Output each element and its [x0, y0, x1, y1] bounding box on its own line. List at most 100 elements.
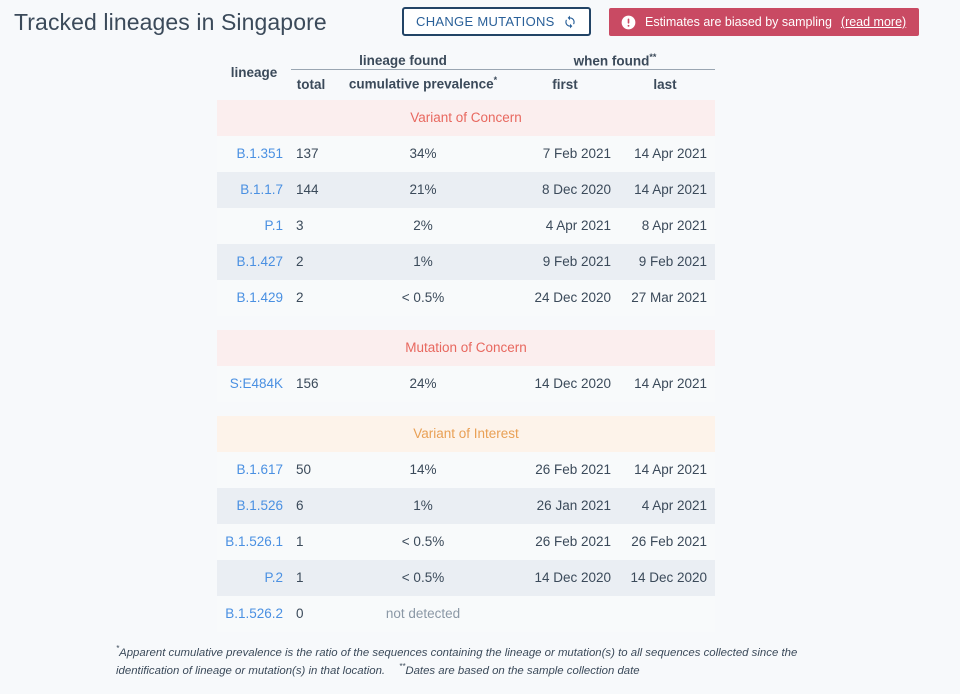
table-row[interactable]: B.1.617 50 14% 26 Feb 2021 14 Apr 2021: [217, 451, 715, 488]
column-header-first: first: [552, 76, 578, 92]
cell-first-found: 14 Dec 2020: [515, 559, 615, 596]
cell-last-found: 14 Apr 2021: [615, 135, 715, 172]
section-title: Variant of Concern: [217, 99, 715, 136]
section-header-row: Variant of Interest: [217, 415, 715, 452]
lineage-link[interactable]: B.1.526.2: [225, 606, 283, 621]
column-header-lineage: lineage: [230, 65, 278, 81]
cell-total: 3: [291, 207, 331, 244]
table-subheader-row: total cumulative prevalence* first last: [217, 70, 715, 100]
lineage-link[interactable]: B.1.351: [236, 146, 283, 161]
cell-cumulative-prevalence: not detected: [331, 595, 515, 632]
cell-lineage[interactable]: B.1.526.2: [217, 595, 291, 632]
cell-lineage[interactable]: B.1.351: [217, 135, 291, 172]
lineage-link[interactable]: B.1.617: [236, 462, 283, 477]
sampling-bias-banner[interactable]: Estimates are biased by sampling (read m…: [609, 8, 920, 36]
section-header-row: Variant of Concern: [217, 99, 715, 136]
cell-lineage[interactable]: B.1.526.1: [217, 523, 291, 560]
cell-last-found: 9 Feb 2021: [615, 243, 715, 280]
section-spacer: [217, 316, 715, 330]
cell-cumulative-prevalence: 24%: [331, 365, 515, 402]
exclamation-circle-icon: [621, 15, 636, 30]
cell-cumulative-prevalence: < 0.5%: [331, 523, 515, 560]
table-row[interactable]: B.1.1.7 144 21% 8 Dec 2020 14 Apr 2021: [217, 171, 715, 208]
lineage-table: lineage lineage found when found** total…: [217, 46, 715, 632]
table-group-header-row: lineage lineage found when found**: [217, 46, 715, 81]
table-row[interactable]: B.1.351 137 34% 7 Feb 2021 14 Apr 2021: [217, 135, 715, 172]
sync-icon: [563, 15, 577, 29]
lineage-link[interactable]: B.1.427: [236, 254, 283, 269]
lineage-table-container: lineage lineage found when found** total…: [217, 46, 715, 632]
cell-total: 1: [291, 523, 331, 560]
column-group-when-found: when found**: [515, 46, 715, 69]
cumulative-prevalence-label: cumulative prevalence: [348, 76, 494, 92]
section-header-row: Mutation of Concern: [217, 329, 715, 366]
column-group-when-found-label: when found: [573, 53, 650, 68]
lineage-link[interactable]: B.1.526: [236, 498, 283, 513]
table-body: Variant of Concern B.1.351 137 34% 7 Feb 202…: [217, 99, 715, 632]
cell-first-found: [515, 595, 615, 632]
column-header-total: total: [296, 76, 326, 92]
column-header-last: last: [653, 76, 677, 92]
cell-lineage[interactable]: B.1.617: [217, 451, 291, 488]
column-header-cumulative-prevalence: cumulative prevalence*: [331, 70, 515, 100]
cell-last-found: 14 Dec 2020: [615, 559, 715, 596]
table-row[interactable]: B.1.526 6 1% 26 Jan 2021 4 Apr 2021: [217, 487, 715, 524]
cell-lineage[interactable]: B.1.429: [217, 279, 291, 316]
table-head: lineage lineage found when found** total…: [217, 46, 715, 100]
change-mutations-button[interactable]: CHANGE MUTATIONS: [402, 7, 591, 36]
table-row[interactable]: P.1 3 2% 4 Apr 2021 8 Apr 2021: [217, 207, 715, 244]
cell-lineage[interactable]: P.1: [217, 207, 291, 244]
lineage-link[interactable]: P.1: [264, 218, 283, 233]
cell-lineage[interactable]: S:E484K: [217, 365, 291, 402]
column-group-lineage-found: lineage found: [359, 53, 447, 68]
cell-last-found: 14 Apr 2021: [615, 171, 715, 208]
cell-last-found: 27 Mar 2021: [615, 279, 715, 316]
cell-last-found: 14 Apr 2021: [615, 451, 715, 488]
banner-text: Estimates are biased by sampling: [645, 15, 832, 29]
lineage-link[interactable]: P.2: [264, 570, 283, 585]
table-row[interactable]: S:E484K 156 24% 14 Dec 2020 14 Apr 2021: [217, 365, 715, 402]
cell-lineage[interactable]: B.1.526: [217, 487, 291, 524]
page-header: Tracked lineages in Singapore CHANGE MUT…: [0, 0, 960, 44]
cell-total: 0: [291, 595, 331, 632]
cell-cumulative-prevalence: 14%: [331, 451, 515, 488]
cell-first-found: 7 Feb 2021: [515, 135, 615, 172]
table-row[interactable]: B.1.427 2 1% 9 Feb 2021 9 Feb 2021: [217, 243, 715, 280]
cell-cumulative-prevalence: 2%: [331, 207, 515, 244]
cell-last-found: 4 Apr 2021: [615, 487, 715, 524]
cell-first-found: 8 Dec 2020: [515, 171, 615, 208]
cell-cumulative-prevalence: 34%: [331, 135, 515, 172]
cell-first-found: 26 Feb 2021: [515, 523, 615, 560]
cell-first-found: 24 Dec 2020: [515, 279, 615, 316]
cell-first-found: 26 Feb 2021: [515, 451, 615, 488]
table-row[interactable]: P.2 1 < 0.5% 14 Dec 2020 14 Dec 2020: [217, 559, 715, 596]
section-spacer: [217, 402, 715, 416]
cell-total: 1: [291, 559, 331, 596]
cell-lineage[interactable]: B.1.1.7: [217, 171, 291, 208]
cell-first-found: 26 Jan 2021: [515, 487, 615, 524]
lineage-link[interactable]: B.1.429: [236, 290, 283, 305]
when-found-footnote-mark: **: [649, 51, 657, 62]
cell-first-found: 14 Dec 2020: [515, 365, 615, 402]
section-title: Mutation of Concern: [217, 329, 715, 366]
cell-last-found: 26 Feb 2021: [615, 523, 715, 560]
section-title: Variant of Interest: [217, 415, 715, 452]
cell-total: 156: [291, 365, 331, 402]
table-row[interactable]: B.1.526.1 1 < 0.5% 26 Feb 2021 26 Feb 2021: [217, 523, 715, 560]
cell-cumulative-prevalence: 1%: [331, 243, 515, 280]
change-mutations-label: CHANGE MUTATIONS: [416, 14, 555, 29]
cell-cumulative-prevalence: 21%: [331, 171, 515, 208]
lineage-link[interactable]: S:E484K: [230, 376, 283, 391]
cell-lineage[interactable]: B.1.427: [217, 243, 291, 280]
table-row[interactable]: B.1.526.2 0 not detected: [217, 595, 715, 632]
cell-cumulative-prevalence: < 0.5%: [331, 279, 515, 316]
lineage-link[interactable]: B.1.1.7: [240, 182, 283, 197]
cell-total: 137: [291, 135, 331, 172]
read-more-link[interactable]: (read more): [841, 15, 906, 29]
table-row[interactable]: B.1.429 2 < 0.5% 24 Dec 2020 27 Mar 2021: [217, 279, 715, 316]
lineage-link[interactable]: B.1.526.1: [225, 534, 283, 549]
cell-total: 2: [291, 279, 331, 316]
cell-lineage[interactable]: P.2: [217, 559, 291, 596]
cell-total: 50: [291, 451, 331, 488]
cell-last-found: 14 Apr 2021: [615, 365, 715, 402]
